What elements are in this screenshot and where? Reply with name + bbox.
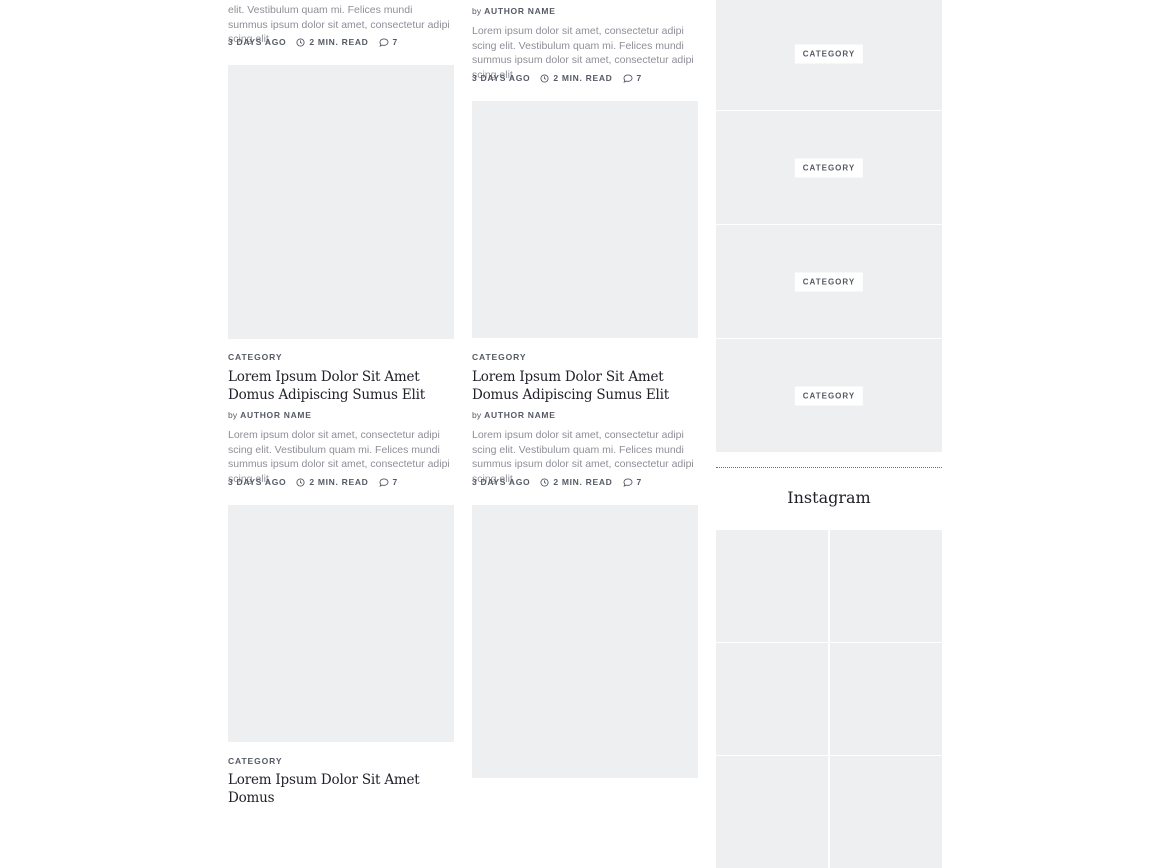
post-author: by AUTHOR NAME: [472, 6, 556, 16]
post-category[interactable]: CATEGORY: [472, 352, 526, 362]
instagram-photo[interactable]: [716, 756, 828, 868]
category-badge[interactable]: CATEGORY: [794, 44, 864, 63]
post-date: 3 DAYS AGO: [228, 477, 287, 487]
post-meta: 3 DAYS AGO 2 MIN. READ 7: [472, 72, 642, 84]
instagram-heading: Instagram: [787, 488, 871, 507]
category-badge[interactable]: CATEGORY: [794, 272, 864, 291]
clock-icon: [540, 73, 549, 83]
post-comment-count[interactable]: 7: [393, 477, 398, 487]
post-image[interactable]: [228, 65, 454, 339]
post-comment-count[interactable]: 7: [637, 477, 642, 487]
post-read-time: 2 MIN. READ: [309, 477, 369, 487]
post-meta: 3 DAYS AGO 2 MIN. READ 7: [228, 36, 398, 48]
clock-icon: [296, 37, 305, 47]
clock-icon: [296, 477, 305, 487]
author-name[interactable]: AUTHOR NAME: [484, 410, 555, 420]
comment-icon[interactable]: [622, 477, 633, 487]
post-image[interactable]: [472, 101, 698, 338]
post-read-time: 2 MIN. READ: [553, 73, 613, 83]
post-comment-count[interactable]: 7: [393, 37, 398, 47]
post-image[interactable]: [228, 505, 454, 742]
post-title[interactable]: Lorem Ipsum Dolor Sit Amet Domus Adipisc…: [228, 368, 453, 404]
instagram-photo[interactable]: [716, 530, 828, 642]
category-badge[interactable]: CATEGORY: [794, 158, 864, 177]
author-prefix: by: [472, 6, 482, 16]
category-tile[interactable]: CATEGORY: [716, 339, 942, 452]
sidebar-divider: [716, 467, 942, 468]
author-prefix: by: [472, 410, 482, 420]
comment-icon[interactable]: [378, 477, 389, 487]
category-list: CATEGORY CATEGORY CATEGORY CATEGORY: [716, 0, 942, 452]
category-tile[interactable]: CATEGORY: [716, 111, 942, 224]
post-title[interactable]: Lorem Ipsum Dolor Sit Amet Domus Adipisc…: [472, 368, 697, 404]
comment-icon[interactable]: [622, 73, 633, 83]
author-name[interactable]: AUTHOR NAME: [484, 6, 555, 16]
post-meta: 3 DAYS AGO 2 MIN. READ 7: [472, 476, 642, 488]
clock-icon: [540, 477, 549, 487]
instagram-photo[interactable]: [830, 643, 942, 755]
instagram-grid: [716, 530, 942, 868]
author-name[interactable]: AUTHOR NAME: [240, 410, 311, 420]
post-read-time: 2 MIN. READ: [553, 477, 613, 487]
post-comment-count[interactable]: 7: [637, 73, 642, 83]
instagram-photo[interactable]: [716, 643, 828, 755]
instagram-photo[interactable]: [830, 756, 942, 868]
post-date: 3 DAYS AGO: [228, 37, 287, 47]
comment-icon[interactable]: [378, 37, 389, 47]
author-prefix: by: [228, 410, 238, 420]
post-category[interactable]: CATEGORY: [228, 352, 282, 362]
instagram-photo[interactable]: [830, 530, 942, 642]
post-author: by AUTHOR NAME: [472, 410, 556, 420]
post-meta: 3 DAYS AGO 2 MIN. READ 7: [228, 476, 398, 488]
category-badge[interactable]: CATEGORY: [794, 386, 864, 405]
post-date: 3 DAYS AGO: [472, 73, 531, 83]
post-image[interactable]: [472, 505, 698, 778]
post-date: 3 DAYS AGO: [472, 477, 531, 487]
category-tile[interactable]: CATEGORY: [716, 0, 942, 110]
post-title[interactable]: Lorem Ipsum Dolor Sit Amet Domus: [228, 771, 453, 807]
post-category[interactable]: CATEGORY: [228, 756, 282, 766]
post-author: by AUTHOR NAME: [228, 410, 312, 420]
category-tile[interactable]: CATEGORY: [716, 225, 942, 338]
post-read-time: 2 MIN. READ: [309, 37, 369, 47]
